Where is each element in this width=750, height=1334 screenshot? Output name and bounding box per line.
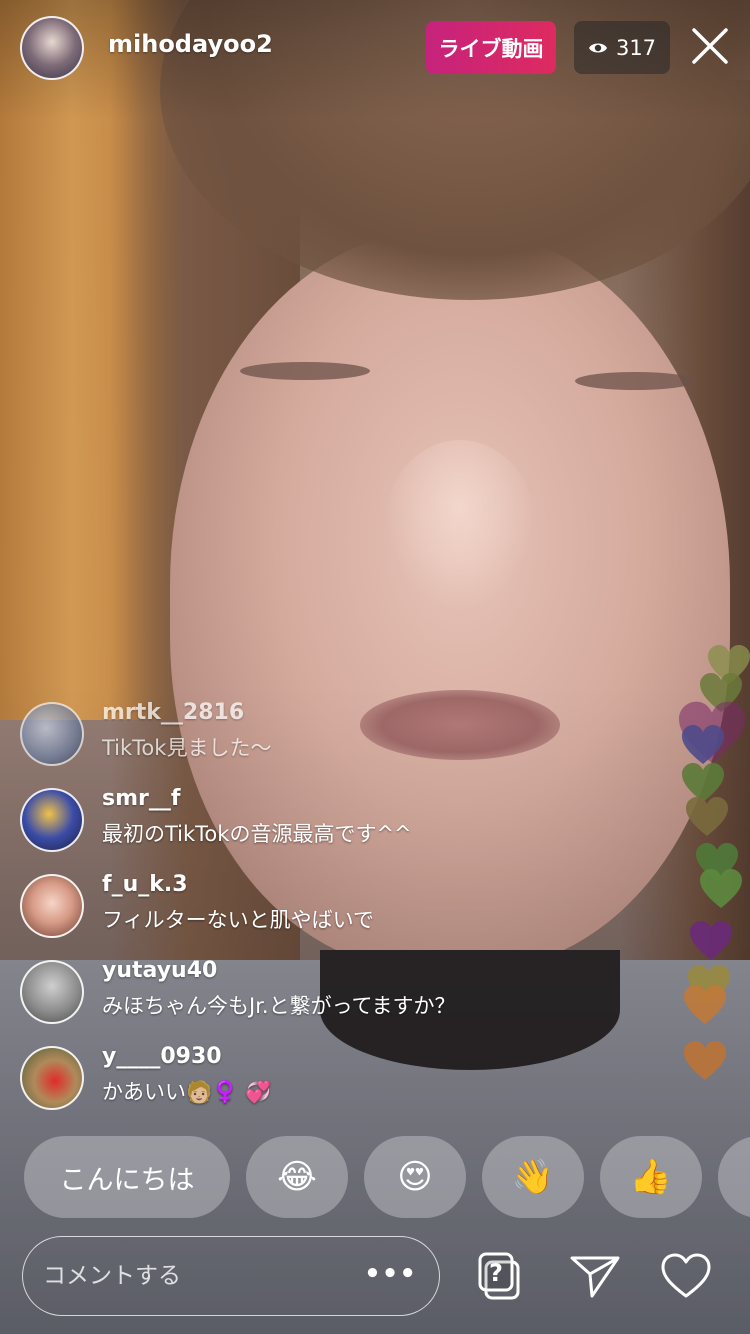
host-avatar[interactable] bbox=[20, 16, 84, 80]
quick-reply-hello[interactable]: こんにちは bbox=[24, 1136, 230, 1218]
eye-icon bbox=[588, 43, 607, 52]
comment-item[interactable]: f_u_k.3 フィルターないと肌やばいで bbox=[20, 870, 660, 950]
close-icon[interactable] bbox=[686, 22, 734, 70]
comment-avatar[interactable] bbox=[20, 874, 84, 938]
live-badge: ライブ動画 bbox=[426, 21, 556, 74]
comment-text: みほちゃん今もJr.と繋がってますか？ bbox=[102, 994, 456, 1018]
comment-avatar[interactable] bbox=[20, 788, 84, 852]
host-username[interactable]: mihodayoo2 bbox=[108, 30, 273, 58]
quick-reply-wave[interactable]: 👋 bbox=[482, 1136, 584, 1218]
viewer-count: 317 bbox=[615, 35, 657, 60]
comment-item[interactable]: smr__f 最初のTikTokの音源最高です^^ bbox=[20, 784, 660, 864]
video-nose bbox=[385, 440, 535, 610]
comment-item[interactable]: y____0930 かあいい🧑🏼‍♀️ 💞 bbox=[20, 1042, 660, 1122]
video-eye-right bbox=[575, 372, 695, 390]
floating-heart-icon bbox=[684, 1041, 726, 1080]
comment-username[interactable]: yutayu40 bbox=[102, 958, 217, 983]
comment-username[interactable]: smr__f bbox=[102, 786, 180, 811]
quick-reply-laugh[interactable]: 😂 bbox=[246, 1136, 348, 1218]
quick-reply-thumbs-up[interactable]: 👍 bbox=[600, 1136, 702, 1218]
comment-avatar[interactable] bbox=[20, 1046, 84, 1110]
floating-heart-icon bbox=[686, 797, 728, 836]
comment-username[interactable]: mrtk__2816 bbox=[102, 700, 244, 725]
floating-heart-icon bbox=[700, 869, 742, 908]
send-icon[interactable] bbox=[568, 1248, 624, 1304]
comment-text: 最初のTikTokの音源最高です^^ bbox=[102, 822, 412, 846]
comment-text: TikTok見ました〜 bbox=[102, 736, 272, 760]
comment-item[interactable]: mrtk__2816 TikTok見ました〜 bbox=[20, 698, 660, 778]
comment-composer[interactable]: ••• bbox=[22, 1236, 440, 1316]
heart-icon[interactable] bbox=[658, 1248, 714, 1304]
comment-text: フィルターないと肌やばいで bbox=[102, 908, 374, 932]
comment-text: かあいい🧑🏼‍♀️ 💞 bbox=[102, 1080, 272, 1104]
svg-text:?: ? bbox=[489, 1259, 503, 1287]
comment-input[interactable] bbox=[41, 1237, 375, 1315]
question-gallery-icon[interactable]: ? bbox=[474, 1248, 530, 1304]
video-eye-left bbox=[240, 362, 370, 380]
comment-username[interactable]: f_u_k.3 bbox=[102, 872, 188, 897]
viewer-count-pill[interactable]: 317 bbox=[574, 21, 670, 74]
quick-reply-heart-eyes[interactable]: 😍 bbox=[364, 1136, 466, 1218]
floating-heart-icon bbox=[684, 985, 726, 1024]
comment-avatar[interactable] bbox=[20, 702, 84, 766]
more-options-icon[interactable]: ••• bbox=[364, 1259, 417, 1289]
floating-heart-icon bbox=[690, 921, 732, 960]
comment-username[interactable]: y____0930 bbox=[102, 1044, 222, 1069]
comment-item[interactable]: yutayu40 みほちゃん今もJr.と繋がってますか？ bbox=[20, 956, 660, 1036]
live-video-screen: mihodayoo2 ライブ動画 317 mrtk__2816 TikTok見ま… bbox=[0, 0, 750, 1334]
comment-avatar[interactable] bbox=[20, 960, 84, 1024]
floating-heart-icon bbox=[682, 725, 724, 764]
